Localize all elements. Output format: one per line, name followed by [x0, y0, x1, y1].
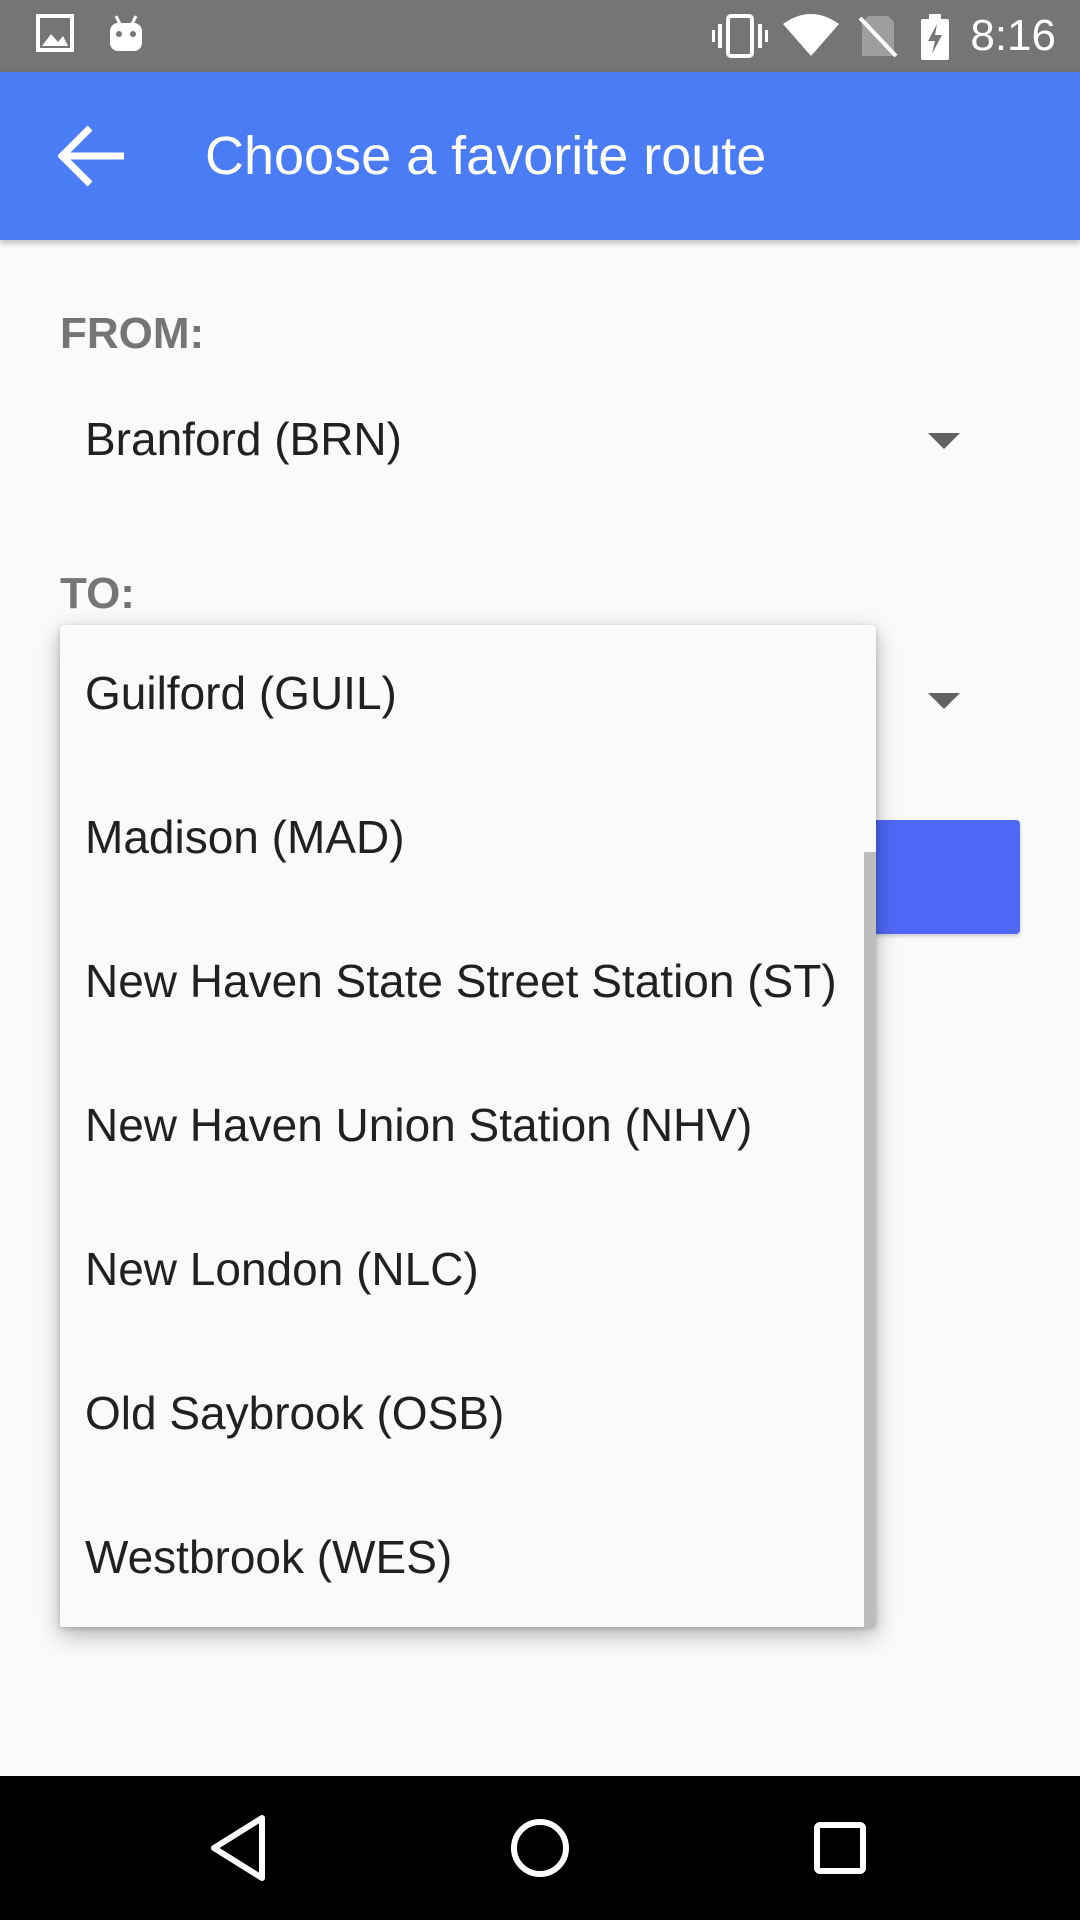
vibrate-icon — [712, 14, 768, 63]
android-icon — [106, 14, 146, 59]
dropdown-option-label: Westbrook (WES) — [85, 1531, 453, 1583]
dropdown-option[interactable]: New Haven Union Station (NHV) — [60, 1057, 866, 1201]
back-button[interactable] — [40, 116, 144, 196]
dropdown-option[interactable]: New Haven State Street Station (ST) — [60, 913, 866, 1057]
nav-recents-button[interactable] — [800, 1808, 880, 1888]
dropdown-option[interactable]: New London (NLC) — [60, 1201, 866, 1345]
dropdown-option[interactable]: Old Saybrook (OSB) — [60, 1345, 866, 1489]
nav-back-button[interactable] — [200, 1808, 280, 1888]
status-time: 8:16 — [970, 11, 1056, 60]
navigation-bar — [0, 1776, 1080, 1920]
from-spinner[interactable]: Branford (BRN) — [60, 385, 980, 495]
dropdown-arrow-icon — [928, 693, 960, 709]
no-sim-icon — [858, 14, 898, 63]
nav-back-icon — [211, 1815, 265, 1881]
nav-recents-icon — [814, 1822, 866, 1874]
app-bar: Choose a favorite route — [0, 72, 1080, 240]
wifi-icon — [782, 14, 840, 63]
dropdown-scrollbar[interactable] — [864, 852, 876, 1627]
dropdown-option[interactable]: Guilford (GUIL) — [60, 625, 866, 769]
image-icon — [36, 14, 74, 57]
dropdown-option-label: New Haven State Street Station (ST) — [85, 955, 837, 1007]
screen: 8:16 Choose a favorite route FROM: Branf… — [0, 0, 1080, 1920]
dropdown-option[interactable]: Madison (MAD) — [60, 769, 866, 913]
dropdown-arrow-icon — [928, 433, 960, 449]
dropdown-option[interactable]: Westbrook (WES) — [60, 1489, 866, 1627]
nav-home-icon — [511, 1819, 569, 1877]
dropdown-option-label: New London (NLC) — [85, 1243, 479, 1295]
from-label: FROM: — [60, 309, 205, 358]
from-spinner-value: Branford (BRN) — [85, 413, 402, 465]
dropdown-option-label: Madison (MAD) — [85, 811, 405, 863]
dropdown-option-label: New Haven Union Station (NHV) — [85, 1099, 753, 1151]
to-station-dropdown: Guilford (GUIL) Madison (MAD) New Haven … — [60, 625, 876, 1627]
status-bar: 8:16 — [0, 0, 1080, 72]
battery-charging-icon — [920, 14, 950, 65]
nav-home-button[interactable] — [500, 1808, 580, 1888]
dropdown-option-label: Old Saybrook (OSB) — [85, 1387, 505, 1439]
dropdown-option-label: Guilford (GUIL) — [85, 667, 397, 719]
page-title: Choose a favorite route — [205, 126, 767, 186]
to-label: TO: — [60, 569, 135, 618]
